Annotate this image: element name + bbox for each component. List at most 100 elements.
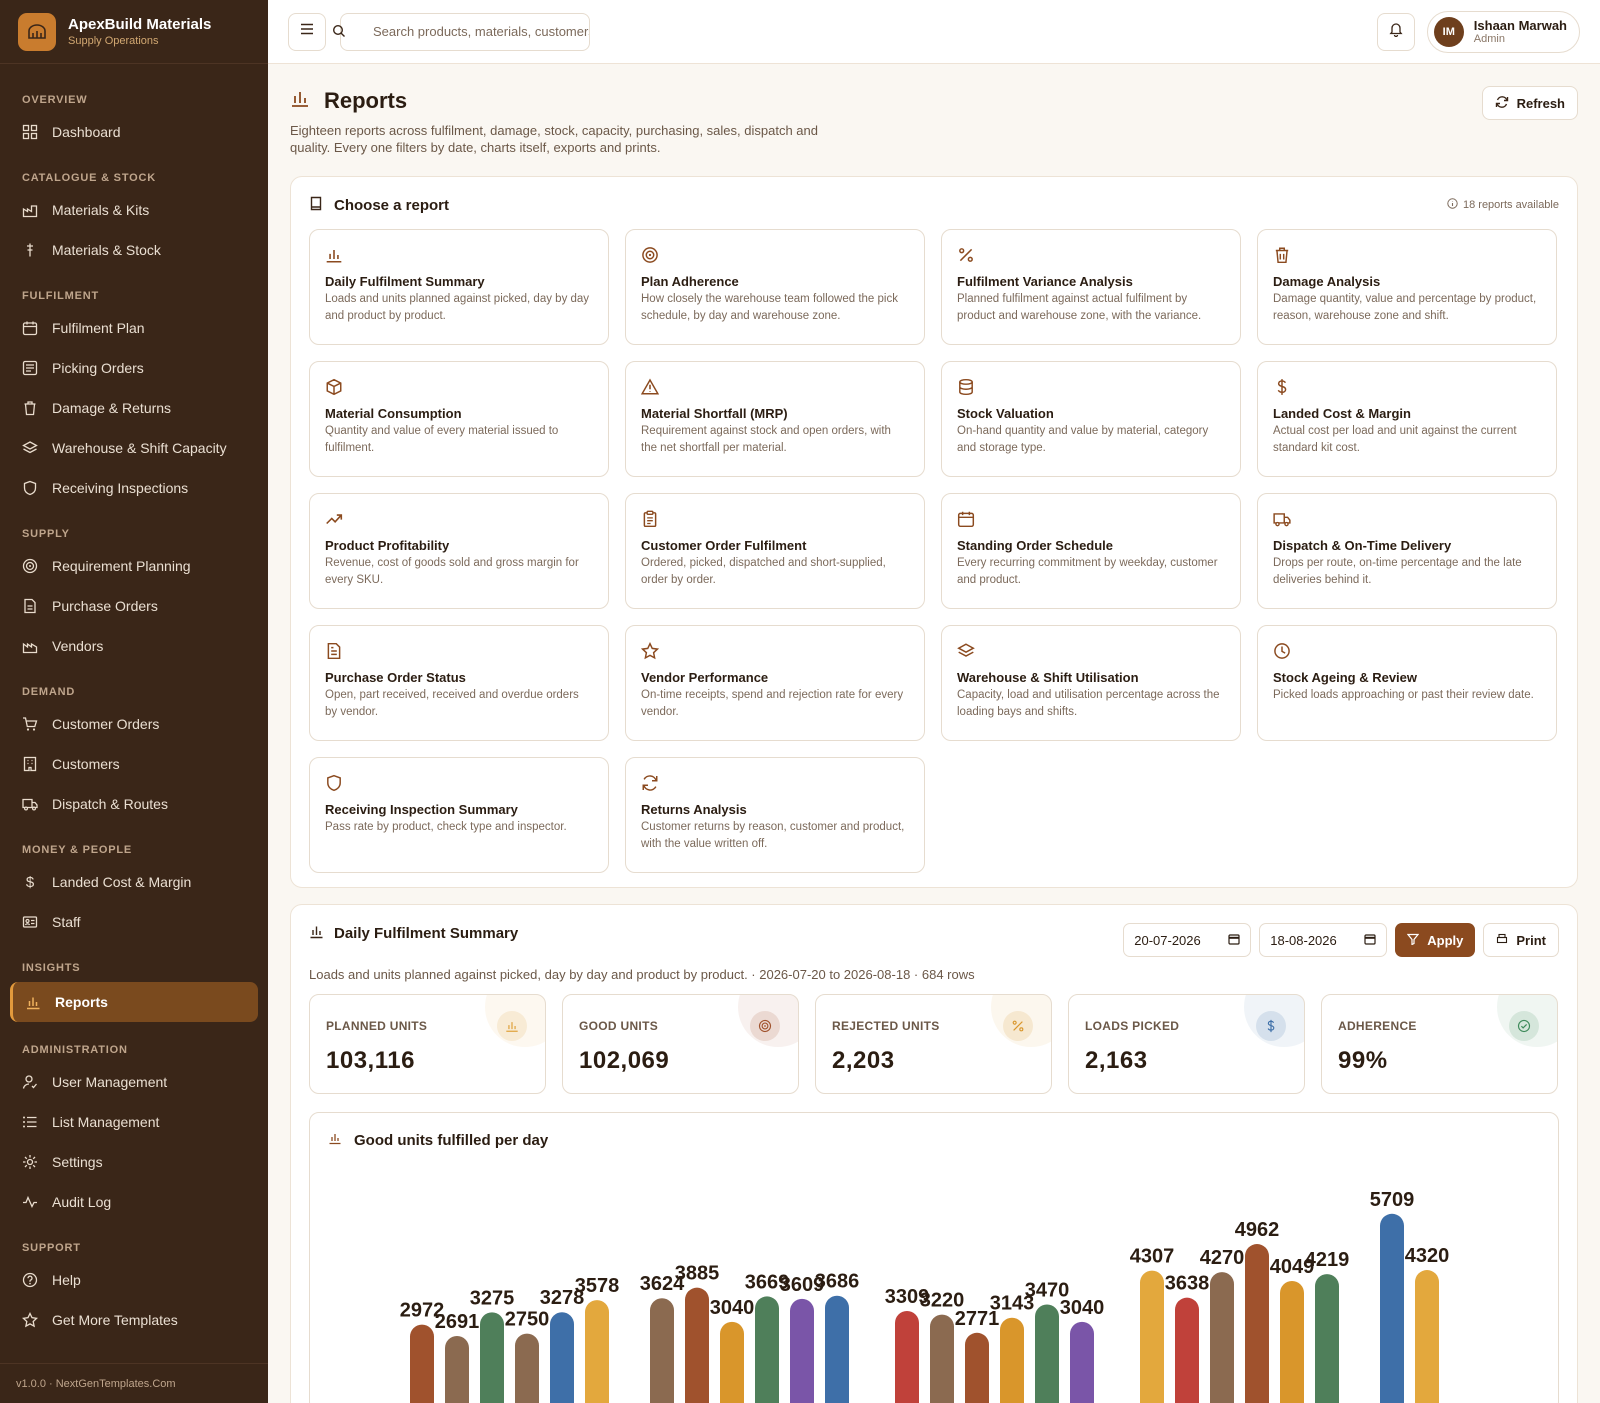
chart-bar[interactable] (1280, 1281, 1304, 1403)
search-input[interactable] (340, 12, 590, 51)
brand-name: ApexBuild Materials (68, 16, 212, 33)
chart-bar[interactable] (650, 1298, 674, 1403)
sidebar-footer[interactable]: v1.0.0 · NextGenTemplates.Com (0, 1363, 268, 1403)
chart-bar[interactable] (930, 1314, 954, 1403)
report-card[interactable]: Plan Adherence How closely the warehouse … (625, 229, 925, 345)
chart-bar[interactable] (1210, 1272, 1234, 1403)
brand[interactable]: ApexBuild Materials Supply Operations (0, 0, 268, 64)
print-button[interactable]: Print (1483, 923, 1559, 957)
sidebar-item-label: Help (52, 1272, 81, 1288)
sidebar-item-label: Warehouse & Shift Capacity (52, 440, 227, 456)
trash-icon (1273, 244, 1541, 266)
sidebar-item-label: Damage & Returns (52, 400, 172, 416)
chart-bar[interactable] (790, 1298, 814, 1403)
chart-bar[interactable] (1415, 1270, 1439, 1403)
sidebar-item-audit-log[interactable]: Audit Log (0, 1182, 268, 1222)
report-card[interactable]: Stock Ageing & Review Picked loads approa… (1257, 625, 1557, 741)
report-card[interactable]: Customer Order Fulfilment Ordered, picked… (625, 493, 925, 609)
sidebar-item-picking-orders[interactable]: Picking Orders (0, 348, 268, 388)
report-card[interactable]: Landed Cost & Margin Actual cost per load… (1257, 361, 1557, 477)
sidebar-item-help[interactable]: Help (0, 1260, 268, 1300)
report-card[interactable]: Product Profitability Revenue, cost of go… (309, 493, 609, 609)
report-card[interactable]: Dispatch & On-Time Delivery Drops per rou… (1257, 493, 1557, 609)
chart-bar[interactable] (410, 1324, 434, 1403)
sidebar-item-customers[interactable]: Customers (0, 744, 268, 784)
report-card[interactable]: Damage Analysis Damage quantity, value an… (1257, 229, 1557, 345)
sidebar-item-vendors[interactable]: Vendors (0, 626, 268, 666)
bar-chart-icon (309, 924, 324, 943)
calendar-icon[interactable] (1364, 933, 1376, 948)
kpi-card: ADHERENCE 99% (1321, 994, 1558, 1094)
chart-bar[interactable] (515, 1333, 539, 1403)
sidebar-item-materials-stock[interactable]: Materials & Stock (0, 230, 268, 270)
chart-bar[interactable] (895, 1310, 919, 1403)
chart-bar[interactable] (1000, 1317, 1024, 1403)
trend-icon (325, 508, 593, 530)
chart-bar[interactable] (445, 1336, 469, 1403)
chart-bar[interactable] (965, 1332, 989, 1403)
chart-bar[interactable] (1140, 1270, 1164, 1403)
sidebar-item-reports[interactable]: Reports (10, 982, 258, 1022)
chart-bar[interactable] (1035, 1304, 1059, 1403)
sidebar-item-dispatch-routes[interactable]: Dispatch & Routes (0, 784, 268, 824)
sidebar-item-get-templates[interactable]: Get More Templates (0, 1300, 268, 1340)
chart-bar[interactable] (1175, 1297, 1199, 1403)
calendar-icon[interactable] (1228, 933, 1240, 948)
chart-bar[interactable] (685, 1287, 709, 1403)
sidebar-item-label: Dispatch & Routes (52, 796, 168, 812)
report-card[interactable]: Daily Fulfilment Summary Loads and units … (309, 229, 609, 345)
report-card[interactable]: Stock Valuation On-hand quantity and valu… (941, 361, 1241, 477)
refresh-button[interactable]: Refresh (1481, 86, 1578, 120)
chart-bar[interactable] (825, 1295, 849, 1403)
report-card[interactable]: Returns Analysis Customer returns by reas… (625, 757, 925, 873)
report-card[interactable]: Warehouse & Shift Utilisation Capacity, l… (941, 625, 1241, 741)
report-card[interactable]: Material Shortfall (MRP) Requirement agai… (625, 361, 925, 477)
chart-bar[interactable] (1380, 1213, 1404, 1403)
sidebar-item-fulfilment-plan[interactable]: Fulfilment Plan (0, 308, 268, 348)
report-card[interactable]: Vendor Performance On-time receipts, spen… (625, 625, 925, 741)
report-card-description: Picked loads approaching or past their r… (1273, 689, 1534, 701)
sidebar-item-receiving-inspections[interactable]: Receiving Inspections (0, 468, 268, 508)
sidebar-item-settings[interactable]: Settings (0, 1142, 268, 1182)
report-card[interactable]: Standing Order Schedule Every recurring c… (941, 493, 1241, 609)
date-to-input[interactable]: 18-08-2026 (1259, 923, 1388, 957)
menu-icon (299, 22, 315, 41)
chart-bar[interactable] (720, 1321, 744, 1403)
chart-bar[interactable] (1070, 1321, 1094, 1403)
sidebar-item-warehouse-capacity[interactable]: Warehouse & Shift Capacity (0, 428, 268, 468)
chart-bar[interactable] (585, 1300, 609, 1403)
chart-bar[interactable] (1315, 1274, 1339, 1403)
sidebar-item-damage-returns[interactable]: Damage & Returns (0, 388, 268, 428)
kpi-value: 99% (1338, 1047, 1388, 1074)
report-card[interactable]: Purchase Order Status Open, part received… (309, 625, 609, 741)
sidebar-item-customer-orders[interactable]: Customer Orders (0, 704, 268, 744)
chart-bar[interactable] (550, 1312, 574, 1403)
sidebar-item-materials-kits[interactable]: Materials & Kits (0, 190, 268, 230)
user-menu[interactable]: IM Ishaan Marwah Admin (1426, 10, 1580, 53)
chart-bar[interactable] (480, 1312, 504, 1403)
sidebar-item-dashboard[interactable]: Dashboard (0, 112, 268, 152)
sidebar-item-staff[interactable]: Staff (0, 902, 268, 942)
sidebar-item-label: Customer Orders (52, 716, 160, 732)
report-card-description: How closely the warehouse team followed … (641, 293, 898, 322)
gear-icon (22, 1154, 38, 1170)
menu-toggle-button[interactable] (288, 12, 326, 51)
filter-icon (1407, 933, 1420, 948)
chart-bar[interactable] (755, 1296, 779, 1403)
report-card-description: Planned fulfilment against actual fulfil… (957, 293, 1202, 322)
report-card[interactable]: Material Consumption Quantity and value o… (309, 361, 609, 477)
report-card[interactable]: Fulfilment Variance Analysis Planned fulf… (941, 229, 1241, 345)
notifications-button[interactable] (1376, 12, 1415, 51)
sidebar-item-user-management[interactable]: User Management (0, 1062, 268, 1102)
sidebar-item-landed-cost[interactable]: $ Landed Cost & Margin (0, 862, 268, 902)
sidebar-item-requirement-planning[interactable]: Requirement Planning (0, 546, 268, 586)
report-card-description: Ordered, picked, dispatched and short-su… (641, 557, 886, 586)
date-from-input[interactable]: 20-07-2026 (1123, 923, 1252, 957)
sidebar-item-list-management[interactable]: List Management (0, 1102, 268, 1142)
report-card[interactable]: Receiving Inspection Summary Pass rate by… (309, 757, 609, 873)
report-chooser: Choose a report 18 reports available Dai… (290, 176, 1578, 888)
apply-button[interactable]: Apply (1395, 923, 1476, 957)
chart-bar[interactable] (1245, 1244, 1269, 1403)
sidebar-item-label: Get More Templates (52, 1312, 178, 1328)
sidebar-item-purchase-orders[interactable]: Purchase Orders (0, 586, 268, 626)
